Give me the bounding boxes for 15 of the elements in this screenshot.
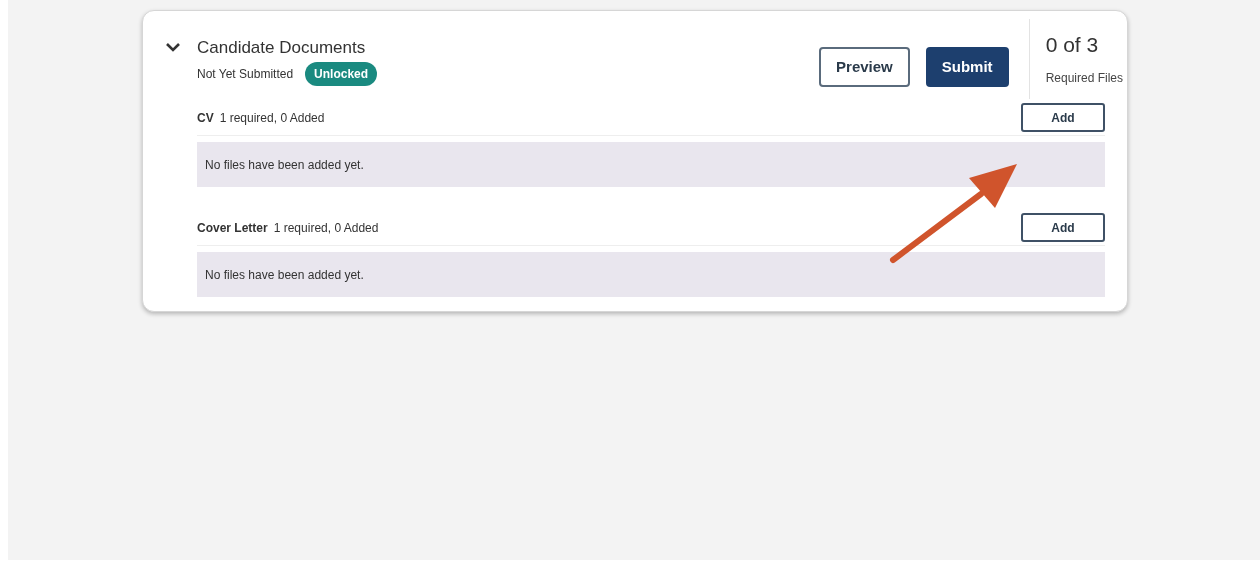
requirement-text: 1 required, 0 Added [273,219,379,237]
add-button[interactable]: Add [1021,103,1105,132]
preview-button[interactable]: Preview [819,47,910,87]
document-name: CV [197,109,214,127]
submission-status: Not Yet Submitted [197,66,294,83]
status-badge: Unlocked [305,62,378,86]
section-title: Candidate Documents [197,37,367,59]
submit-button[interactable]: Submit [925,47,1009,87]
add-button[interactable]: Add [1021,213,1105,242]
file-count-label: Required Files [1045,69,1123,87]
file-count: 0 of 3 [1045,32,1100,58]
empty-message: No files have been added yet. [205,266,364,284]
empty-message: No files have been added yet. [205,156,364,174]
document-name: Cover Letter [197,219,268,237]
requirement-text: 1 required, 0 Added [219,109,325,127]
